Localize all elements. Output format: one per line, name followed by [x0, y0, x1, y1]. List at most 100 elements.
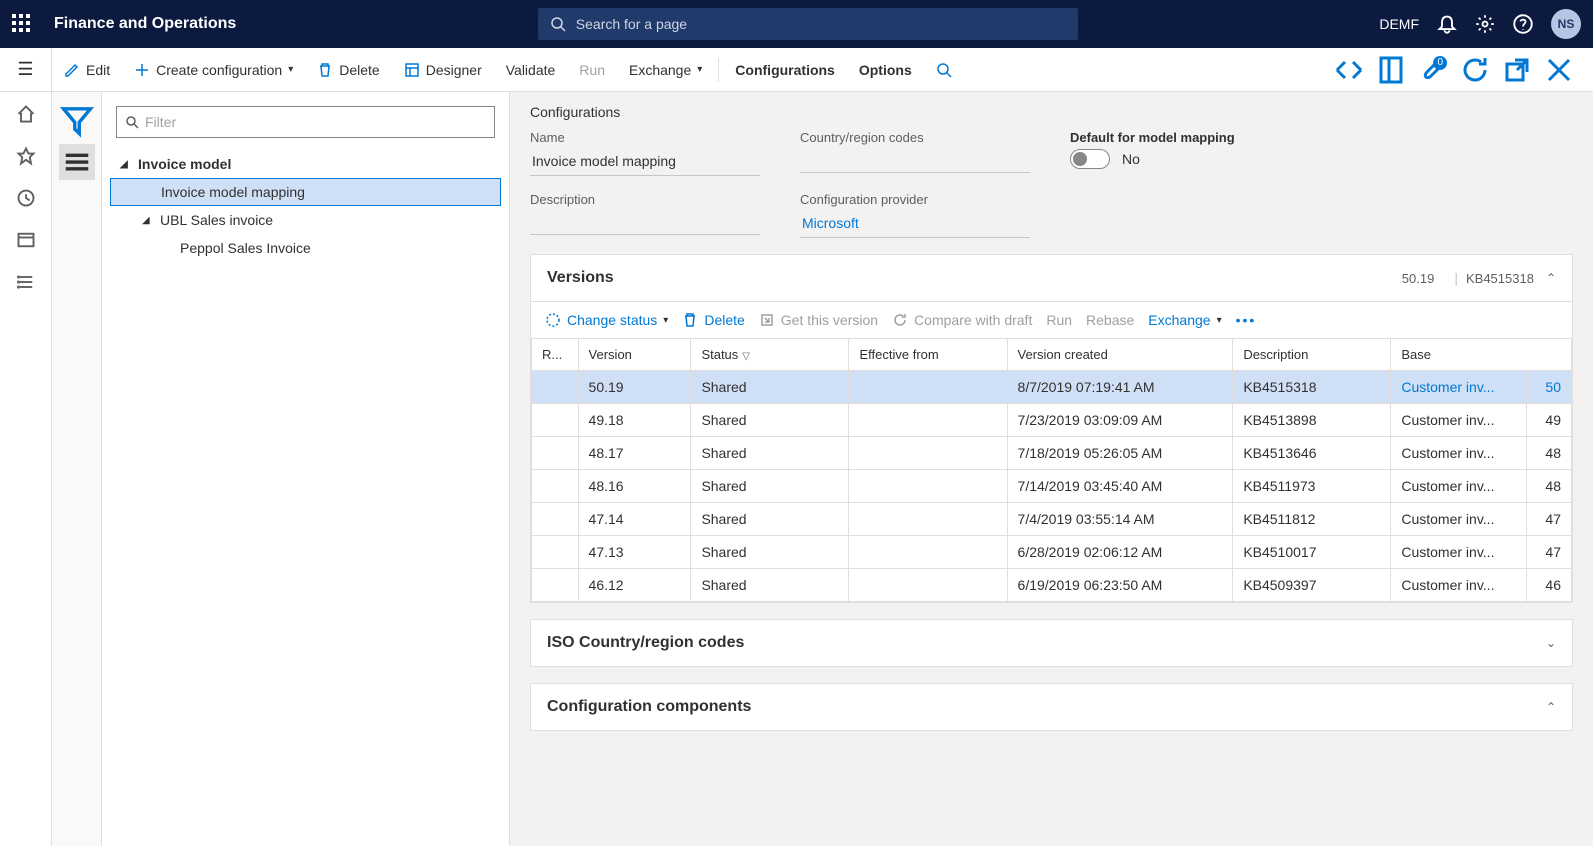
cell-version[interactable]: 47.13 [578, 536, 691, 569]
configurations-tab[interactable]: Configurations [723, 48, 847, 91]
cell-description[interactable]: KB4513646 [1233, 437, 1391, 470]
cell-effective[interactable] [849, 371, 1007, 404]
versions-delete-button[interactable]: Delete [682, 312, 744, 328]
cell-description[interactable]: KB4513898 [1233, 404, 1391, 437]
table-row[interactable]: 48.16Shared7/14/2019 03:45:40 AMKB451197… [532, 470, 1572, 503]
cell-version[interactable]: 47.14 [578, 503, 691, 536]
cell-basenum[interactable]: 48 [1526, 470, 1571, 503]
cell-created[interactable]: 7/18/2019 05:26:05 AM [1007, 437, 1233, 470]
nav-toggle-icon[interactable]: ☰ [0, 48, 52, 91]
cell-created[interactable]: 6/28/2019 02:06:12 AM [1007, 536, 1233, 569]
components-header[interactable]: Configuration components ⌃ [531, 684, 1572, 730]
edit-button[interactable]: Edit [52, 48, 122, 91]
cell-base[interactable]: Customer inv... [1391, 404, 1526, 437]
table-row[interactable]: 50.19Shared8/7/2019 07:19:41 AMKB4515318… [532, 371, 1572, 404]
exchange-button[interactable]: Exchange ▾ [617, 48, 714, 91]
cell-base[interactable]: Customer inv... [1391, 470, 1526, 503]
table-row[interactable]: 47.14Shared7/4/2019 03:55:14 AMKB4511812… [532, 503, 1572, 536]
list-view-icon[interactable] [59, 144, 95, 180]
cell-r[interactable] [532, 503, 579, 536]
user-avatar[interactable]: NS [1551, 9, 1581, 39]
cell-effective[interactable] [849, 470, 1007, 503]
cell-version[interactable]: 48.17 [578, 437, 691, 470]
cell-version[interactable]: 50.19 [578, 371, 691, 404]
cell-version[interactable]: 49.18 [578, 404, 691, 437]
cell-effective[interactable] [849, 569, 1007, 602]
provider-value[interactable]: Microsoft [800, 211, 1030, 238]
collapse-icon[interactable]: ◢ [142, 215, 154, 226]
cell-effective[interactable] [849, 536, 1007, 569]
cell-basenum[interactable]: 49 [1526, 404, 1571, 437]
cell-status[interactable]: Shared [691, 536, 849, 569]
description-value[interactable] [530, 211, 760, 235]
collapse-icon[interactable]: ◢ [120, 159, 132, 170]
col-r[interactable]: R... [532, 339, 579, 371]
col-version[interactable]: Version [578, 339, 691, 371]
feedback-icon[interactable] [1333, 54, 1365, 86]
notifications-icon[interactable] [1437, 14, 1457, 34]
col-created[interactable]: Version created [1007, 339, 1233, 371]
global-search[interactable]: Search for a page [538, 8, 1078, 40]
cell-effective[interactable] [849, 404, 1007, 437]
help-icon[interactable] [1513, 14, 1533, 34]
close-icon[interactable] [1543, 54, 1575, 86]
home-icon[interactable] [16, 104, 36, 124]
table-row[interactable]: 48.17Shared 7/18/2019 05:26:05 AMKB451364… [532, 437, 1572, 470]
cell-r[interactable] [532, 404, 579, 437]
cell-effective[interactable] [849, 503, 1007, 536]
cell-status[interactable]: Shared [691, 371, 849, 404]
cell-description[interactable]: KB4511812 [1233, 503, 1391, 536]
country-value[interactable] [800, 149, 1030, 173]
create-configuration-button[interactable]: Create configuration ▾ [122, 48, 305, 91]
recent-icon[interactable] [16, 188, 36, 208]
cell-base[interactable]: Customer inv... [1391, 503, 1526, 536]
cell-base[interactable]: Customer inv... [1391, 437, 1526, 470]
page-search-button[interactable] [924, 48, 964, 91]
cell-version[interactable]: 48.16 [578, 470, 691, 503]
cell-r[interactable] [532, 470, 579, 503]
workspaces-icon[interactable] [16, 230, 36, 250]
cell-r[interactable] [532, 371, 579, 404]
col-base[interactable]: Base [1391, 339, 1572, 371]
cell-base[interactable]: Customer inv... [1391, 569, 1526, 602]
cell-basenum[interactable]: 50 [1526, 371, 1571, 404]
cell-description[interactable]: KB4510017 [1233, 536, 1391, 569]
default-mapping-toggle[interactable] [1070, 149, 1110, 169]
col-effective[interactable]: Effective from [849, 339, 1007, 371]
designer-button[interactable]: Designer [392, 48, 494, 91]
tree-node-invoice-model-mapping[interactable]: Invoice model mapping [110, 178, 501, 206]
table-row[interactable]: 46.12Shared6/19/2019 06:23:50 AMKB450939… [532, 569, 1572, 602]
cell-status[interactable]: Shared [691, 470, 849, 503]
cell-created[interactable]: 7/23/2019 03:09:09 AM [1007, 404, 1233, 437]
cell-r[interactable] [532, 569, 579, 602]
company-code[interactable]: DEMF [1379, 14, 1419, 34]
cell-base[interactable]: Customer inv... [1391, 536, 1526, 569]
cell-description[interactable]: KB4515318 [1233, 371, 1391, 404]
tree-node-root[interactable]: ◢ Invoice model [110, 150, 501, 178]
refresh-icon[interactable] [1459, 54, 1491, 86]
tree-node-ubl-sales-invoice[interactable]: ◢ UBL Sales invoice [110, 206, 501, 234]
office-icon[interactable] [1375, 54, 1407, 86]
cell-basenum[interactable]: 47 [1526, 503, 1571, 536]
settings-icon[interactable] [1475, 14, 1495, 34]
versions-header[interactable]: Versions 50.19 | KB4515318 ⌃ [531, 255, 1572, 301]
cell-status[interactable]: Shared [691, 437, 849, 470]
col-status[interactable]: Status▽ [691, 339, 849, 371]
name-value[interactable]: Invoice model mapping [530, 149, 760, 176]
delete-button[interactable]: Delete [305, 48, 391, 91]
cell-description[interactable]: KB4509397 [1233, 569, 1391, 602]
cell-r[interactable] [532, 536, 579, 569]
cell-effective[interactable] [849, 437, 1007, 470]
cell-description[interactable]: KB4511973 [1233, 470, 1391, 503]
cell-base[interactable]: Customer inv... [1391, 371, 1526, 404]
cell-created[interactable]: 6/19/2019 06:23:50 AM [1007, 569, 1233, 602]
cell-created[interactable]: 7/4/2019 03:55:14 AM [1007, 503, 1233, 536]
more-actions-icon[interactable]: ••• [1236, 312, 1257, 328]
attachments-icon[interactable]: 0 [1417, 54, 1449, 86]
col-description[interactable]: Description [1233, 339, 1391, 371]
cell-version[interactable]: 46.12 [578, 569, 691, 602]
table-row[interactable]: 47.13Shared 6/28/2019 02:06:12 AMKB451001… [532, 536, 1572, 569]
validate-button[interactable]: Validate [494, 48, 568, 91]
versions-exchange-button[interactable]: Exchange ▾ [1148, 312, 1221, 328]
tree-node-peppol-sales-invoice[interactable]: Peppol Sales Invoice [110, 234, 501, 262]
